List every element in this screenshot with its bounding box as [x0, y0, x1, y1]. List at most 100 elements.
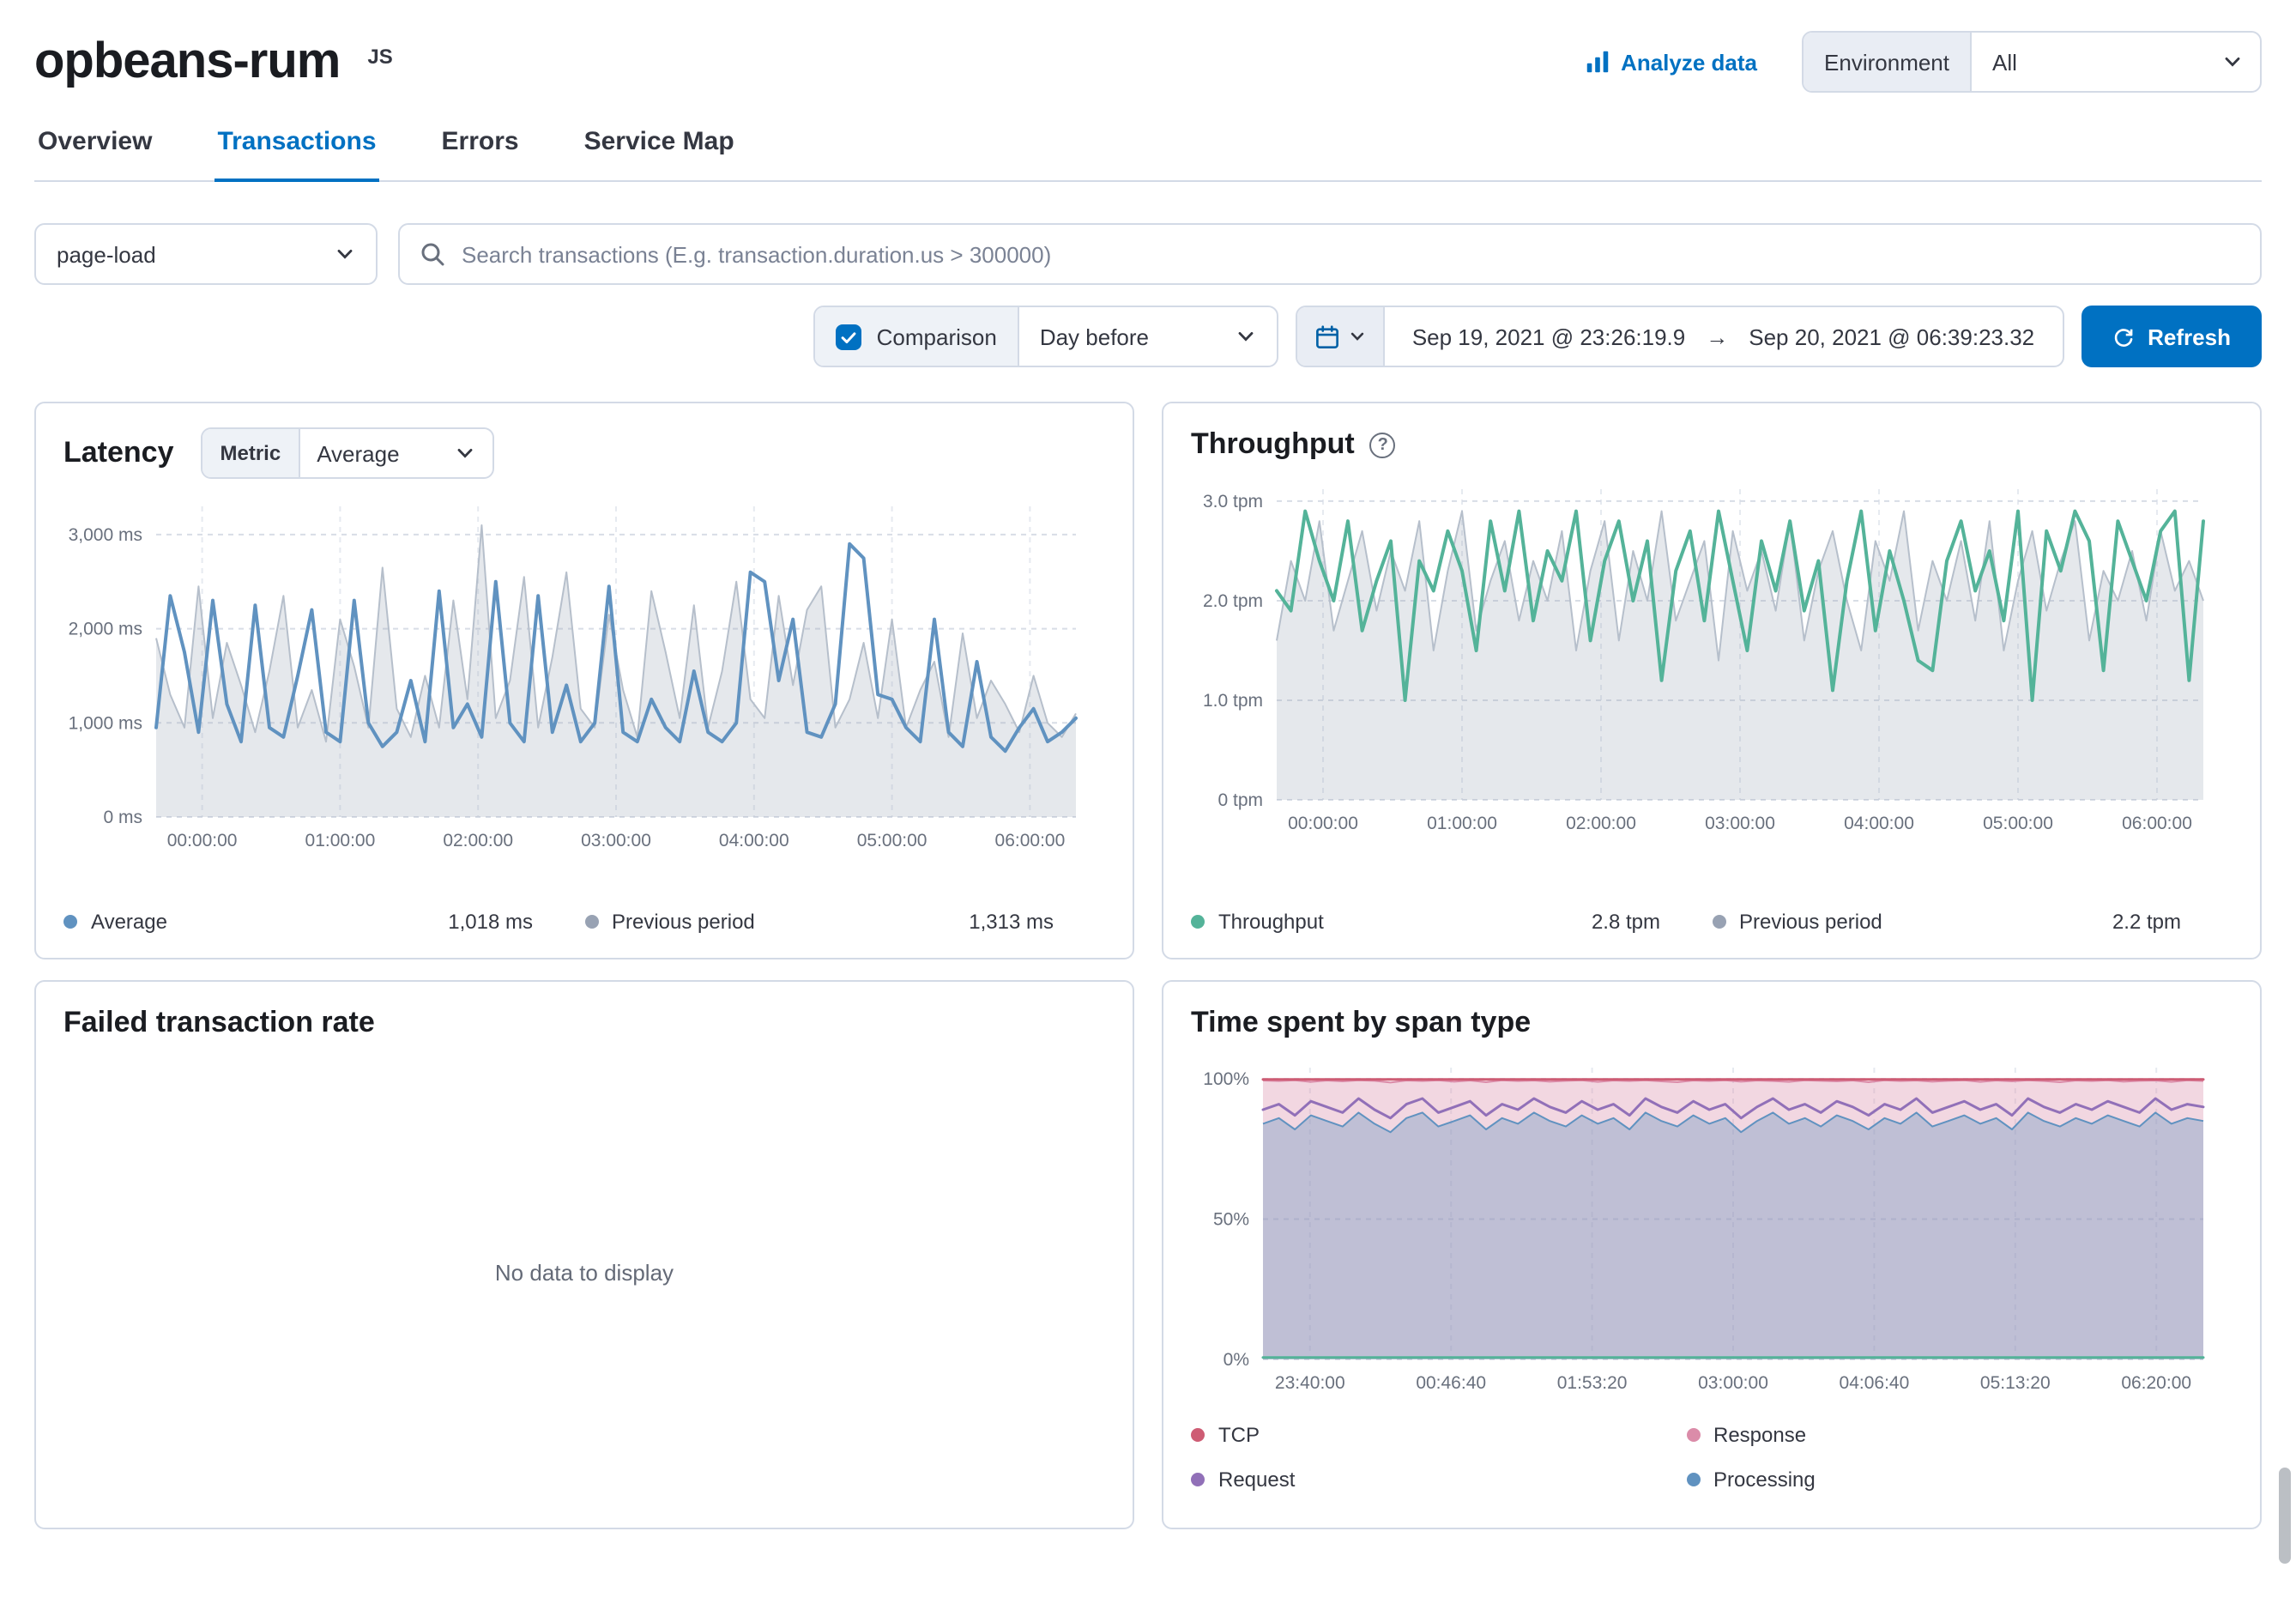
legend-dot [1191, 1428, 1205, 1442]
svg-text:03:00:00: 03:00:00 [1698, 1373, 1768, 1393]
svg-text:1,000 ms: 1,000 ms [69, 713, 142, 733]
environment-label: Environment [1804, 33, 1972, 91]
failed-transaction-rate-panel: Failed transaction rate No data to displ… [34, 980, 1134, 1529]
agent-badge: JS [367, 31, 392, 69]
svg-text:00:00:00: 00:00:00 [1288, 814, 1358, 833]
environment-control: Environment All [1802, 31, 2262, 93]
svg-text:05:00:00: 05:00:00 [857, 831, 927, 850]
time-spent-panel: Time spent by span type 23:40:00 00:46:40… [1162, 980, 2262, 1529]
legend-value: 2.8 tpm [1592, 910, 1660, 934]
legend-dot [63, 915, 77, 929]
svg-text:04:00:00: 04:00:00 [1844, 814, 1914, 833]
legend-value: 1,018 ms [448, 910, 533, 934]
svg-text:05:00:00: 05:00:00 [1983, 814, 2053, 833]
latency-metric-select[interactable]: Average [299, 429, 492, 477]
svg-text:01:00:00: 01:00:00 [1427, 814, 1497, 833]
legend-value: 2.2 tpm [2112, 910, 2181, 934]
tab-overview[interactable]: Overview [34, 127, 155, 180]
legend-dot [1686, 1473, 1700, 1486]
legend-item-previous-period[interactable]: Previous period 2.2 tpm [1712, 910, 2233, 934]
legend-item-average[interactable]: Average 1,018 ms [63, 910, 584, 934]
throughput-panel: Throughput ? 00:00:0001:00:0002:00:0003:… [1162, 402, 2262, 959]
svg-text:00:46:40: 00:46:40 [1416, 1373, 1486, 1393]
latency-metric-control: Metric Average [202, 427, 494, 479]
page-header: opbeans-rum JS Analyze data Environment … [34, 0, 2262, 93]
comparison-period-select[interactable]: Day before [1019, 307, 1277, 366]
search-box [398, 223, 2262, 285]
svg-text:00:00:00: 00:00:00 [167, 831, 238, 850]
latency-panel: Latency Metric Average 00:00:00 01:00:00 0… [34, 402, 1134, 959]
time-spent-chart[interactable]: 23:40:00 00:46:40 01:53:20 03:00:00 04:06:40… [1191, 1054, 2233, 1409]
bar-chart-icon [1585, 50, 1609, 74]
arrow-right-icon: → [1706, 324, 1728, 349]
legend-item-throughput[interactable]: Throughput 2.8 tpm [1191, 910, 1712, 934]
svg-text:02:00:00: 02:00:00 [1566, 814, 1636, 833]
legend-item-tcp[interactable]: TCP [1191, 1423, 1686, 1447]
legend-dot [1712, 915, 1725, 929]
throughput-chart[interactable]: 00:00:00 01:00:00 02:00:00 03:00:00 04:00:00… [1191, 475, 2233, 850]
transaction-type-select[interactable]: page-load [34, 223, 378, 285]
refresh-icon [2112, 325, 2134, 348]
search-input[interactable] [398, 223, 2262, 285]
svg-text:0%: 0% [1224, 1350, 1249, 1370]
svg-text:23:40:00: 23:40:00 [1275, 1373, 1345, 1393]
svg-text:06:00:00: 06:00:00 [2122, 814, 2192, 833]
analyze-data-link[interactable]: Analyze data [1585, 49, 1757, 75]
date-range-end[interactable]: Sep 20, 2021 @ 06:39:23.32 [1749, 324, 2034, 349]
svg-text:100%: 100% [1203, 1069, 1249, 1089]
tab-bar: Overview Transactions Errors Service Map [34, 127, 2262, 182]
help-icon[interactable]: ? [1370, 432, 1396, 457]
comparison-label: Comparison [877, 324, 997, 349]
refresh-button[interactable]: Refresh [2081, 306, 2262, 367]
chevron-down-icon [335, 244, 355, 264]
svg-text:2.0 tpm: 2.0 tpm [1203, 591, 1263, 611]
chevron-down-icon [1236, 326, 1256, 347]
legend-item-processing[interactable]: Processing [1686, 1468, 2181, 1492]
tab-transactions[interactable]: Transactions [214, 127, 379, 182]
legend-item-response[interactable]: Response [1686, 1423, 2181, 1447]
checkbox-checked-icon [836, 324, 861, 349]
legend-dot [1686, 1428, 1700, 1442]
chevron-down-icon [1349, 328, 1366, 345]
empty-state-message: No data to display [63, 1040, 1105, 1504]
failed-transaction-rate-title: Failed transaction rate [63, 1006, 375, 1040]
svg-text:05:13:20: 05:13:20 [1980, 1373, 2051, 1393]
comparison-control: Comparison Day before [813, 306, 1278, 367]
chevron-down-icon [454, 443, 474, 463]
calendar-icon [1314, 324, 1340, 349]
legend-item-request[interactable]: Request [1191, 1468, 1686, 1492]
scrollbar-thumb[interactable] [2279, 1468, 2291, 1564]
svg-text:04:06:40: 04:06:40 [1840, 1373, 1910, 1393]
svg-text:03:00:00: 03:00:00 [581, 831, 651, 850]
date-range-start[interactable]: Sep 19, 2021 @ 23:26:19.9 [1412, 324, 1685, 349]
environment-select[interactable]: All [1972, 33, 2260, 91]
time-spent-title: Time spent by span type [1191, 1006, 1531, 1040]
chevron-down-icon [2222, 51, 2243, 72]
svg-text:0 ms: 0 ms [103, 808, 142, 827]
app-root: opbeans-rum JS Analyze data Environment … [0, 0, 2296, 1598]
date-picker-button[interactable] [1297, 307, 1385, 366]
tab-service-map[interactable]: Service Map [581, 127, 738, 180]
legend-dot [584, 915, 598, 929]
date-range-display[interactable]: Sep 19, 2021 @ 23:26:19.9 → Sep 20, 2021… [1385, 307, 2062, 366]
latency-panel-title: Latency [63, 436, 174, 470]
date-range-picker: Sep 19, 2021 @ 23:26:19.9 → Sep 20, 2021… [1296, 306, 2063, 367]
legend-value: 1,313 ms [969, 910, 1054, 934]
legend-dot [1191, 1473, 1205, 1486]
svg-text:3,000 ms: 3,000 ms [69, 525, 142, 545]
svg-text:50%: 50% [1213, 1210, 1249, 1230]
latency-chart[interactable]: 00:00:0001:00:0002:00:0003:00:0004:00:00… [63, 493, 1105, 867]
legend-dot [1191, 915, 1205, 929]
svg-text:2,000 ms: 2,000 ms [69, 620, 142, 639]
tab-errors[interactable]: Errors [438, 127, 523, 180]
svg-text:06:20:00: 06:20:00 [2121, 1373, 2191, 1393]
svg-text:03:00:00: 03:00:00 [1705, 814, 1775, 833]
svg-text:01:53:20: 01:53:20 [1557, 1373, 1628, 1393]
comparison-checkbox[interactable]: Comparison [815, 307, 1019, 366]
svg-text:01:00:00: 01:00:00 [305, 831, 376, 850]
metric-label: Metric [203, 429, 300, 477]
service-name: opbeans-rum [34, 33, 340, 90]
svg-text:1.0 tpm: 1.0 tpm [1203, 691, 1263, 711]
svg-text:3.0 tpm: 3.0 tpm [1203, 492, 1263, 511]
legend-item-previous-period[interactable]: Previous period 1,313 ms [584, 910, 1105, 934]
